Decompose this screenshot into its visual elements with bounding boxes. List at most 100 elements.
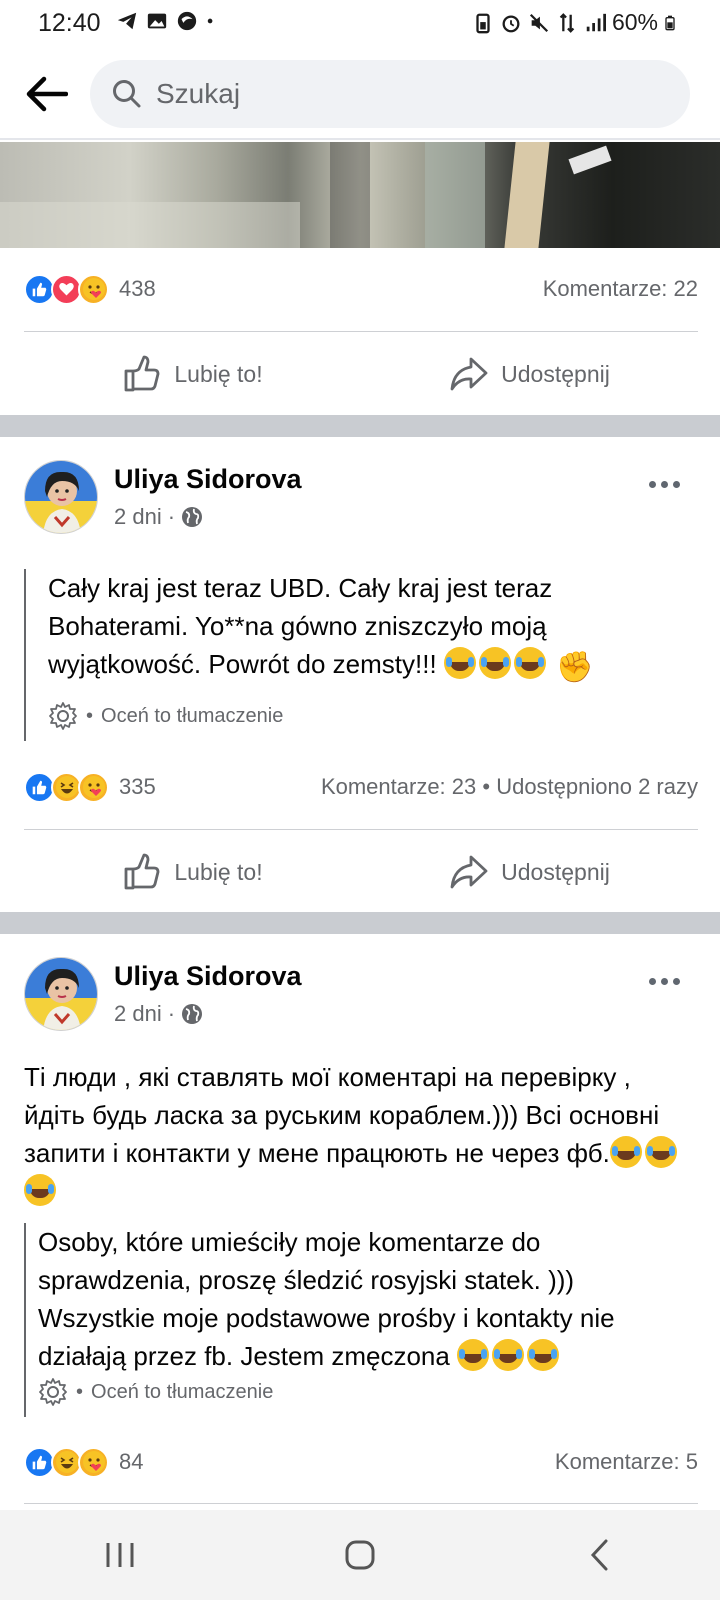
dot	[648, 480, 656, 488]
post-time[interactable]: 2 dni	[114, 1001, 162, 1027]
care-reaction-icon	[78, 771, 109, 803]
post-separator	[0, 912, 720, 934]
translation-rating-row: • Oceń to tłumaczenie	[26, 1377, 684, 1407]
share-label: Udostępnij	[501, 858, 610, 885]
signal-icon	[586, 13, 606, 31]
telegram-icon	[117, 12, 137, 30]
translated-text-block: Osoby, które umieściły moje komentarze d…	[24, 1223, 684, 1417]
dot	[648, 977, 656, 985]
like-label: Lubię to!	[174, 360, 263, 387]
post-1-actions: Lubię to! Udostępnij	[24, 334, 698, 414]
more-options-button[interactable]	[640, 965, 688, 997]
post-3-header: Uliya Sidorova 2 dni ·	[24, 957, 698, 1037]
share-button[interactable]: Udostępnij	[361, 334, 698, 414]
image-detail	[0, 202, 300, 248]
globe-icon	[182, 507, 203, 527]
share-arrow-icon	[450, 855, 488, 889]
chevron-left-icon	[590, 1539, 608, 1571]
translated-text-block: Cały kraj jest teraz UBD. Cały kraj jest…	[24, 569, 684, 741]
status-right: 60%	[472, 9, 680, 36]
post-2-header: Uliya Sidorova 2 dni ·	[24, 460, 698, 540]
rate-translation-link[interactable]: Oceń to tłumaczenie	[101, 705, 283, 728]
reaction-summary[interactable]: 84	[24, 1446, 143, 1478]
image-detail	[330, 142, 370, 248]
dot	[672, 977, 680, 985]
laughing-emoji-icon	[443, 647, 476, 679]
post-2-reactions-row: 335 Komentarze: 23 • Udostępniono 2 razy	[24, 767, 698, 807]
fist-emoji-icon: ✊	[556, 651, 594, 684]
search-box[interactable]	[90, 60, 690, 128]
image-detail	[504, 142, 550, 248]
reaction-count: 438	[119, 276, 156, 301]
globe-icon	[182, 1004, 203, 1024]
laughing-emoji-icon	[609, 1136, 642, 1168]
app-icon	[177, 11, 197, 31]
reaction-summary[interactable]: 335	[24, 771, 156, 803]
share-label: Udostępnij	[501, 360, 610, 387]
thumbs-up-icon	[124, 355, 160, 392]
mute-icon	[529, 13, 549, 32]
laughing-emoji-icon	[478, 647, 511, 679]
search-input[interactable]	[156, 78, 636, 110]
system-back-button[interactable]	[540, 1520, 660, 1590]
gear-icon[interactable]	[48, 701, 78, 731]
post-1-reactions-row: 438 Komentarze: 22	[24, 269, 698, 309]
meta-separator: ·	[167, 504, 176, 529]
data-icon	[559, 12, 575, 33]
dot-separator: •	[86, 704, 94, 727]
thumbs-up-icon	[124, 853, 160, 890]
recent-apps-button[interactable]	[60, 1520, 180, 1590]
recents-icon	[106, 1543, 134, 1567]
meta-separator: ·	[167, 1001, 176, 1026]
more-options-button[interactable]	[640, 468, 688, 500]
original-post-text: Ті люди , які ставлять мої коментарі на …	[24, 1058, 684, 1210]
post-time[interactable]: 2 dni	[114, 504, 162, 530]
post-meta: 2 dni ·	[114, 504, 203, 530]
avatar[interactable]	[24, 957, 98, 1031]
status-left-icons	[116, 10, 220, 32]
image-detail	[425, 142, 485, 248]
post-text-content: Cały kraj jest teraz UBD. Cały kraj jest…	[48, 573, 553, 679]
gear-icon[interactable]	[38, 1377, 68, 1407]
like-button[interactable]: Lubię to!	[24, 334, 361, 414]
post-text: Cały kraj jest teraz UBD. Cały kraj jest…	[26, 569, 684, 687]
comments-shares: Komentarze: 23 • Udostępniono 2 razy	[321, 774, 698, 800]
reaction-summary[interactable]: 438	[24, 273, 156, 305]
back-button[interactable]	[18, 66, 74, 122]
dot-separator: •	[76, 1380, 84, 1403]
dot	[672, 480, 680, 488]
author-name[interactable]: Uliya Sidorova	[114, 961, 302, 992]
home-icon	[345, 1540, 375, 1570]
gallery-icon	[147, 13, 167, 29]
shares-count[interactable]: Udostępniono 2 razy	[496, 774, 698, 799]
alarm-icon	[502, 14, 520, 32]
divider	[24, 1503, 698, 1504]
system-navigation-bar	[0, 1510, 720, 1600]
rate-translation-link[interactable]: Oceń to tłumaczenie	[91, 1381, 273, 1404]
dot	[660, 977, 668, 985]
original-text-content: Ті люди , які ставлять мої коментарі на …	[24, 1062, 660, 1168]
post-image[interactable]	[0, 142, 720, 248]
share-arrow-icon	[450, 357, 488, 391]
post-separator	[0, 415, 720, 437]
comments-count[interactable]: Komentarze: 23	[321, 774, 476, 799]
comments-count[interactable]: Komentarze: 22	[543, 276, 698, 302]
comments-count[interactable]: Komentarze: 5	[555, 1449, 698, 1475]
post-3-reactions-row: 84 Komentarze: 5	[24, 1442, 698, 1482]
home-button[interactable]	[300, 1520, 420, 1590]
share-button[interactable]: Udostępnij	[361, 832, 698, 912]
avatar[interactable]	[24, 460, 98, 534]
author-name[interactable]: Uliya Sidorova	[114, 464, 302, 495]
meta-separator: •	[482, 774, 491, 799]
laughing-emoji-icon	[24, 1174, 56, 1206]
reaction-count: 335	[119, 774, 156, 799]
post-2-actions: Lubię to! Udostępnij	[24, 832, 698, 912]
like-button[interactable]: Lubię to!	[24, 832, 361, 912]
translation-rating-row: • Oceń to tłumaczenie	[26, 701, 684, 731]
divider	[24, 829, 698, 830]
like-label: Lubię to!	[174, 858, 263, 885]
battery-percent: 60%	[611, 9, 658, 35]
dot-icon	[207, 18, 213, 24]
laughing-emoji-icon	[527, 1339, 560, 1371]
battery-saver-icon	[476, 13, 490, 33]
